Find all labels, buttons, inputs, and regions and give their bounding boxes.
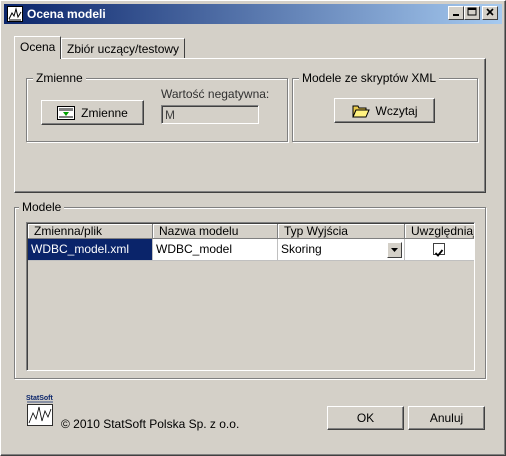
zmienne-button-label: Zmienne	[81, 105, 128, 120]
minimize-button[interactable]	[448, 6, 464, 20]
wczytaj-button[interactable]: Wczytaj	[334, 98, 435, 123]
maximize-icon	[467, 7, 477, 16]
variables-icon	[57, 105, 76, 120]
column-header-label: Typ Wyjścia	[284, 224, 348, 238]
open-folder-icon	[351, 105, 370, 117]
include-checkbox[interactable]	[433, 243, 445, 257]
chevron-down-icon	[391, 248, 398, 252]
column-header-zmienna-plik[interactable]: Zmienna/plik	[28, 224, 153, 239]
title-bar[interactable]: Ocena modeli	[4, 4, 502, 24]
column-header-label: Zmienna/plik	[34, 224, 103, 238]
statsoft-logo: StatSoft	[26, 393, 54, 427]
column-header-label: Uwzględniaj	[411, 224, 475, 238]
column-header-typ-wyjscia[interactable]: Typ Wyjścia	[278, 224, 405, 239]
zmienne-group: Zmienne Zmienne Wartość negatywna: M	[26, 71, 288, 142]
copyright-text: © 2010 StatSoft Polska Sp. z o.o.	[61, 417, 240, 431]
output-type-select[interactable]: Skoring	[278, 239, 405, 261]
checkmark-icon	[434, 249, 444, 257]
output-type-value: Skoring	[281, 242, 322, 256]
tab-ocena-label: Ocena	[20, 40, 56, 54]
cancel-button[interactable]: Anuluj	[408, 406, 485, 430]
negative-value-text: M	[165, 108, 175, 122]
svg-text:StatSoft: StatSoft	[26, 395, 54, 402]
maximize-button[interactable]	[464, 6, 480, 20]
cell-model-name-text: WDBC_model	[156, 242, 233, 256]
cell-model-name[interactable]: WDBC_model	[153, 239, 278, 261]
app-chart-icon	[7, 6, 23, 22]
ok-button-label: OK	[356, 411, 375, 425]
window-title: Ocena modeli	[27, 7, 106, 21]
tab-ocena[interactable]: Ocena	[14, 36, 61, 59]
dialog-window: Ocena modeli Ocena Zbiór uczący/testowy …	[0, 0, 506, 456]
close-button[interactable]	[482, 6, 498, 20]
tab-zbior-uczacy-testowy[interactable]: Zbiór uczący/testowy	[61, 38, 185, 58]
cancel-button-label: Anuluj	[429, 411, 464, 425]
column-header-label: Nazwa modelu	[159, 224, 239, 238]
ok-button[interactable]: OK	[327, 406, 404, 430]
cell-file[interactable]: WDBC_model.xml	[28, 239, 153, 261]
close-icon	[486, 8, 494, 16]
cell-file-text: WDBC_model.xml	[31, 242, 130, 256]
xml-models-group-title: Modele ze skryptów XML	[299, 71, 440, 85]
tab-zbior-label: Zbiór uczący/testowy	[67, 42, 180, 56]
models-group-title: Modele	[19, 200, 65, 214]
column-header-uwzgledniaj[interactable]: Uwzględniaj	[405, 224, 475, 239]
wczytaj-button-label: Wczytaj	[375, 103, 418, 118]
zmienne-group-title: Zmienne	[33, 71, 86, 85]
xml-models-group: Modele ze skryptów XML Wczytaj	[292, 71, 478, 142]
dropdown-button[interactable]	[387, 242, 402, 258]
minimize-icon	[453, 14, 459, 16]
negative-value-label: Wartość negatywna:	[161, 87, 270, 101]
tab-panel-ocena: Zmienne Zmienne Wartość negatywna: M Mod…	[14, 58, 486, 193]
zmienne-button[interactable]: Zmienne	[41, 100, 144, 125]
negative-value-field: M	[161, 105, 259, 124]
models-table[interactable]: Zmienna/plik Nazwa modelu Typ Wyjścia Uw…	[26, 222, 475, 371]
column-header-nazwa-modelu[interactable]: Nazwa modelu	[153, 224, 278, 239]
cell-include	[405, 239, 474, 261]
